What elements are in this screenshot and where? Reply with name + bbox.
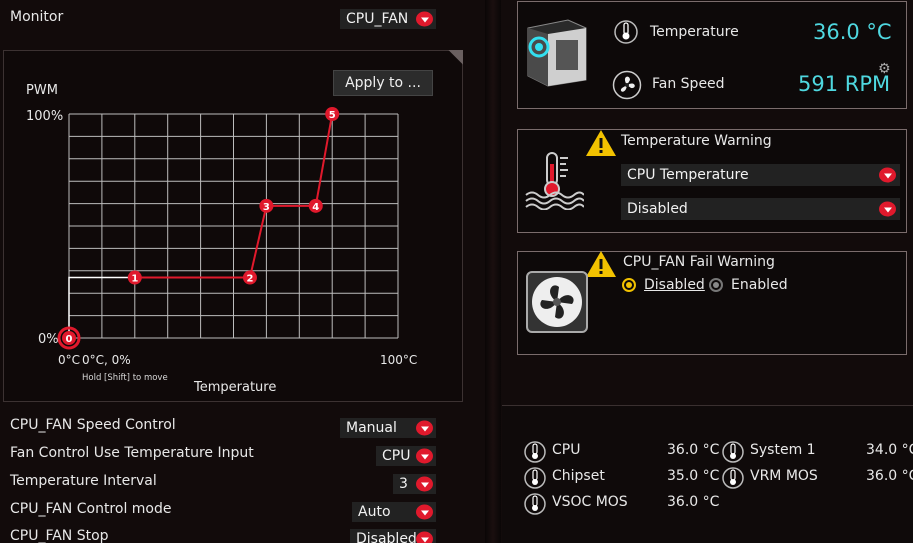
sensor-value: 36.0 °C — [866, 468, 913, 484]
curve-point-4[interactable]: 4 — [308, 198, 323, 213]
sensor-value: 36.0 °C — [667, 494, 720, 510]
setting-label: Temperature Interval — [10, 473, 157, 489]
sensor-name: System 1 — [750, 442, 816, 458]
curve-point-2[interactable]: 2 — [242, 270, 257, 285]
fan-icon — [612, 70, 642, 100]
setting-label: CPU_FAN Stop — [10, 528, 109, 543]
sensor-name: VRM MOS — [750, 468, 818, 484]
temp-warning-source-value: CPU Temperature — [627, 167, 749, 183]
x-min-label: 0°C — [58, 353, 80, 367]
fan-speed-value: 591 RPM — [798, 72, 891, 96]
case-fan-icon — [526, 271, 588, 333]
curve-point-label: 5 — [329, 110, 336, 121]
warning-icon — [586, 130, 616, 156]
chevron-down-icon — [879, 201, 896, 217]
setting-select[interactable]: Disabled — [350, 529, 436, 543]
x-max-label: 100°C — [380, 353, 417, 367]
thermometer-icon — [524, 493, 546, 515]
temp-warning-threshold-select[interactable]: Disabled — [621, 198, 900, 220]
curve-point-label: 1 — [131, 274, 138, 285]
curve-point-label: 0 — [66, 334, 73, 345]
gear-icon[interactable]: ⚙ — [878, 61, 891, 77]
x-axis-title: Temperature — [193, 380, 276, 395]
fan-speed-label: Fan Speed — [652, 76, 725, 92]
temp-warning-source-select[interactable]: CPU Temperature — [621, 164, 900, 186]
chevron-down-icon — [416, 504, 433, 520]
pane-divider — [485, 0, 501, 543]
curve-point-5[interactable]: 5 — [325, 107, 340, 121]
curve-point-0[interactable]: 0 — [57, 326, 81, 350]
setting-select-value: Disabled — [356, 531, 417, 543]
setting-label: Fan Control Use Temperature Input — [10, 445, 254, 461]
radio-enabled[interactable] — [709, 278, 723, 292]
temperature-value: 36.0 °C — [813, 20, 892, 44]
fan-curve-chart[interactable]: PWM 100% 0% 0°C 0°C, 0% Hold [Shift] to … — [0, 0, 470, 402]
setting-select-value: Manual — [346, 420, 397, 436]
warning-icon — [586, 251, 616, 277]
setting-select[interactable]: Auto — [352, 502, 436, 522]
thermometer-icon — [722, 467, 744, 489]
radio-disabled[interactable] — [622, 278, 636, 292]
y-min-label: 0% — [38, 332, 59, 347]
chevron-down-icon — [416, 420, 433, 436]
curve-point-label: 2 — [246, 274, 253, 285]
chevron-down-icon — [879, 167, 896, 183]
curve-readout: 0°C, 0% — [82, 353, 131, 367]
chevron-down-icon — [416, 476, 433, 492]
temp-warning-threshold-value: Disabled — [627, 201, 688, 217]
sensor-value: 34.0 °C — [866, 442, 913, 458]
sensor-name: Chipset — [552, 468, 605, 484]
setting-select-value: Auto — [358, 504, 391, 520]
temperature-warning-title: Temperature Warning — [621, 133, 772, 149]
setting-label: CPU_FAN Speed Control — [10, 417, 176, 433]
y-max-label: 100% — [26, 109, 63, 124]
curve-point-3[interactable]: 3 — [259, 198, 274, 213]
fan-curve: 0 1 2 3 4 5 — [57, 107, 340, 350]
heat-water-icon — [525, 152, 584, 210]
setting-select-value: CPU — [382, 448, 411, 464]
chevron-down-icon — [416, 448, 433, 464]
temperature-label: Temperature — [650, 24, 739, 40]
thermometer-icon — [722, 441, 744, 463]
chevron-down-icon — [416, 531, 433, 543]
radio-disabled-label[interactable]: Disabled — [644, 277, 705, 293]
setting-label: CPU_FAN Control mode — [10, 501, 172, 517]
thermometer-icon — [614, 20, 638, 44]
shift-hint: Hold [Shift] to move — [82, 373, 168, 383]
curve-point-label: 3 — [263, 202, 270, 213]
chart-grid — [68, 113, 399, 339]
sensor-value: 35.0 °C — [667, 468, 720, 484]
sensor-value: 36.0 °C — [667, 442, 720, 458]
fan-fail-warning-title: CPU_FAN Fail Warning — [623, 254, 775, 270]
setting-select[interactable]: CPU — [376, 446, 436, 466]
curve-point-1[interactable]: 1 — [127, 270, 142, 285]
setting-select[interactable]: 3 — [393, 474, 436, 494]
y-axis-title: PWM — [26, 83, 58, 98]
sensor-name: CPU — [552, 442, 581, 458]
sensor-name: VSOC MOS — [552, 494, 628, 510]
thermometer-icon — [524, 467, 546, 489]
curve-point-label: 4 — [312, 202, 319, 213]
thermometer-icon — [524, 441, 546, 463]
pc-case-icon — [527, 19, 587, 87]
radio-enabled-label[interactable]: Enabled — [731, 277, 788, 293]
setting-select-value: 3 — [399, 476, 408, 492]
setting-select[interactable]: Manual — [340, 418, 436, 438]
